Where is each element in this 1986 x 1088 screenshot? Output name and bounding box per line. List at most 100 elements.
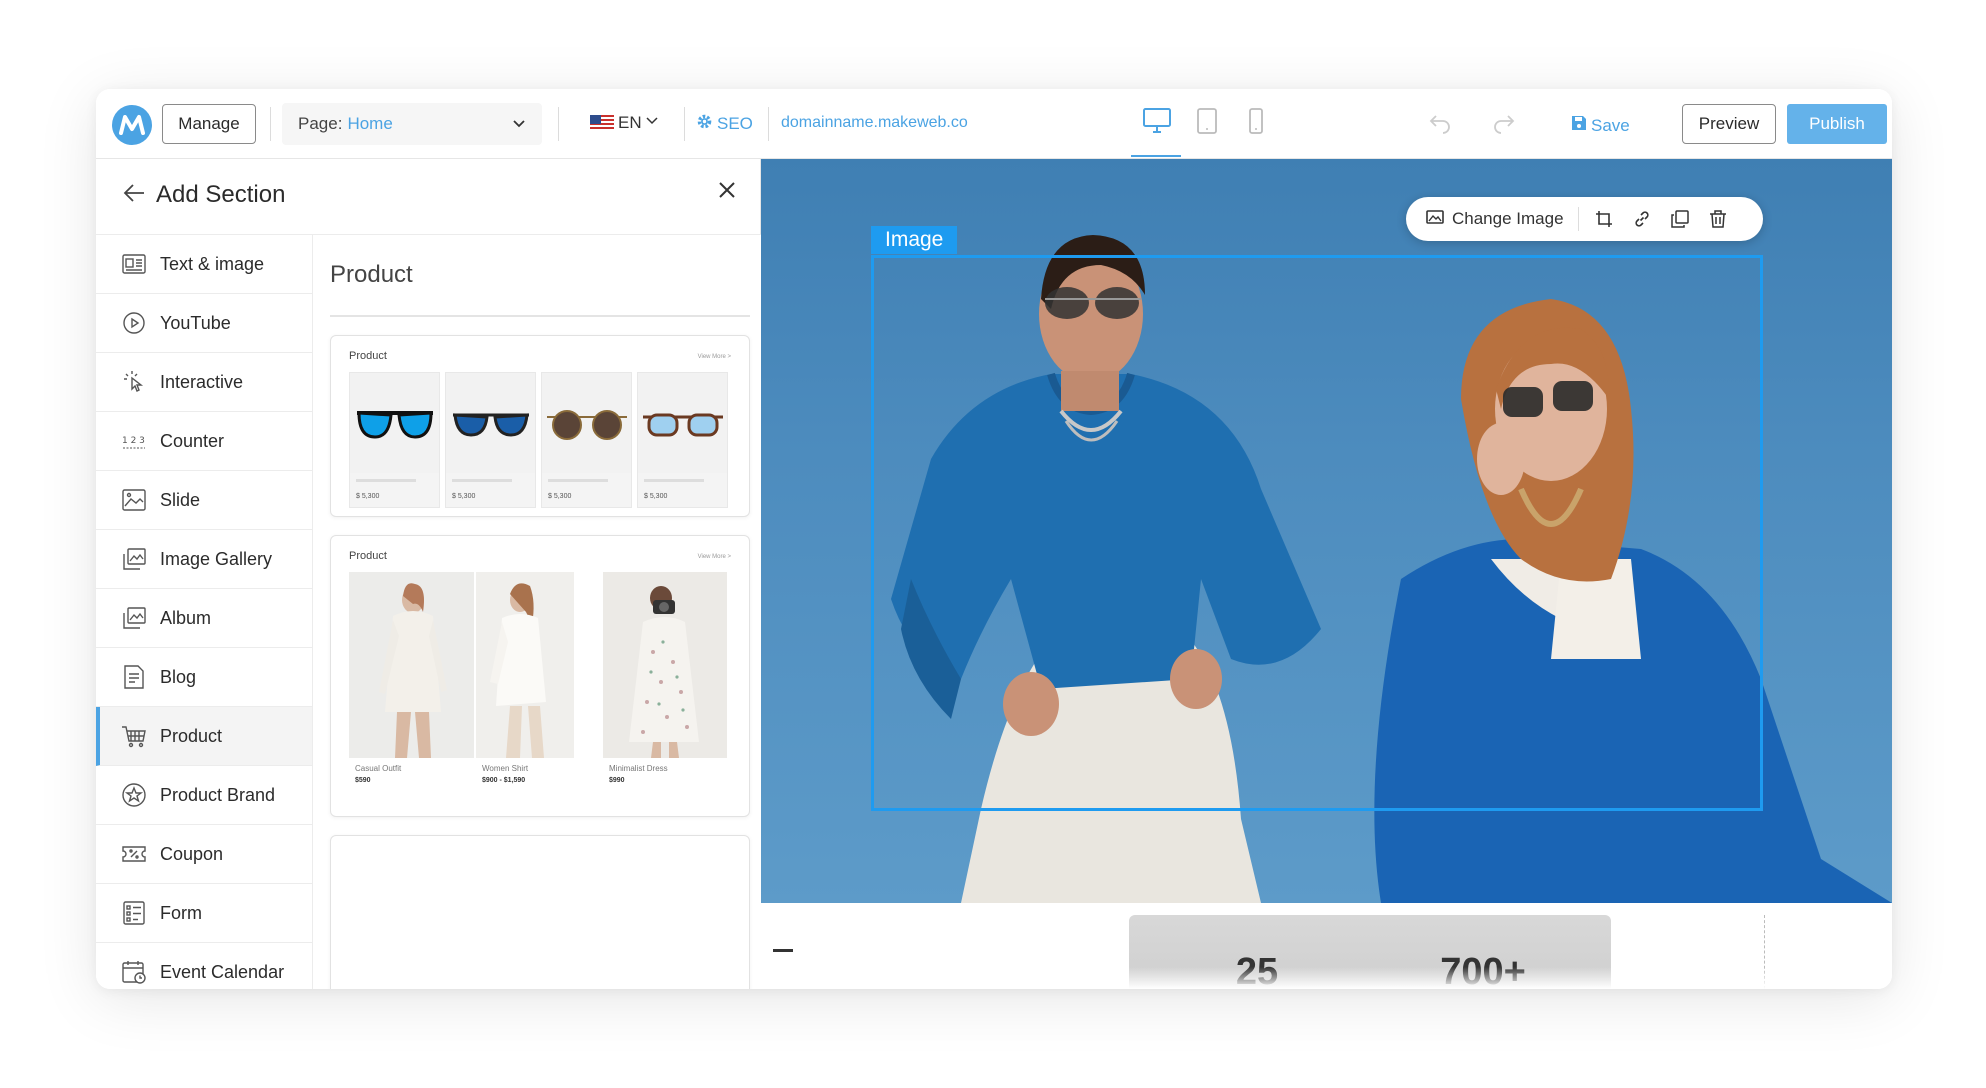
product-name: Women Shirt xyxy=(482,764,529,773)
us-flag-icon xyxy=(590,115,614,131)
product-template-card[interactable]: Product View More > $ 5,300 $ 5,300 $ 5,… xyxy=(330,335,750,517)
save-button[interactable]: Save xyxy=(1571,115,1630,136)
category-interactive[interactable]: Interactive xyxy=(96,353,312,412)
category-form[interactable]: Form xyxy=(96,884,312,943)
section-category-list: Text & image YouTube Interactive 1 2 3 C… xyxy=(96,235,313,989)
counter-icon: 1 2 3 xyxy=(120,427,148,455)
preview-button[interactable]: Preview xyxy=(1682,104,1776,144)
product-thumb: Women Shirt $900 - $1,590 xyxy=(476,572,574,796)
category-counter[interactable]: 1 2 3 Counter xyxy=(96,412,312,471)
product-thumb: $ 5,300 xyxy=(445,372,536,508)
page-select[interactable]: Page: Home xyxy=(282,103,542,145)
product-price: $ 5,300 xyxy=(356,493,380,500)
placeholder-bar xyxy=(548,479,608,482)
image-toolbar: Change Image xyxy=(1406,197,1763,241)
category-album[interactable]: Album xyxy=(96,589,312,648)
product-template-card[interactable] xyxy=(330,835,750,989)
product-name: Casual Outfit xyxy=(355,764,402,773)
undo-icon[interactable] xyxy=(1428,111,1452,140)
hero-image[interactable]: Image Change Image xyxy=(761,159,1892,903)
link-icon[interactable] xyxy=(1631,208,1653,230)
coupon-icon xyxy=(120,840,148,868)
seo-label: SEO xyxy=(717,114,753,133)
form-icon xyxy=(120,899,148,927)
panel-title: Add Section xyxy=(156,181,286,208)
category-label: YouTube xyxy=(160,312,231,333)
category-blog[interactable]: Blog xyxy=(96,648,312,707)
category-label: Event Calendar xyxy=(160,961,285,982)
category-image-gallery[interactable]: Image Gallery xyxy=(96,530,312,589)
product-price: $590 xyxy=(355,777,371,784)
domain-link[interactable]: domainname.makeweb.co xyxy=(781,114,968,132)
change-image-label: Change Image xyxy=(1452,209,1564,228)
crop-icon[interactable] xyxy=(1593,208,1615,230)
category-youtube[interactable]: YouTube xyxy=(96,294,312,353)
blog-icon xyxy=(120,663,148,691)
template-title: Product xyxy=(349,550,387,562)
image-icon xyxy=(1426,209,1444,230)
category-coupon[interactable]: Coupon xyxy=(96,825,312,884)
category-label: Blog xyxy=(160,666,197,687)
template-list: Product Product View More > $ 5,300 $ 5,… xyxy=(313,235,761,989)
category-label: Product Brand xyxy=(160,784,276,805)
manage-button[interactable]: Manage xyxy=(162,104,256,144)
image-selection-outline xyxy=(871,255,1763,811)
template-title: Product xyxy=(349,350,387,362)
category-label: Interactive xyxy=(160,371,244,392)
product-price: $ 5,300 xyxy=(644,493,668,500)
gallery-icon xyxy=(120,545,148,573)
category-label: Text & image xyxy=(160,253,265,274)
product-thumb: $ 5,300 xyxy=(349,372,440,508)
product-thumb: Casual Outfit $590 xyxy=(349,572,474,796)
back-arrow-icon[interactable] xyxy=(122,181,146,210)
women-shirt-image xyxy=(476,572,574,758)
category-slide[interactable]: Slide xyxy=(96,471,312,530)
product-price: $900 - $1,590 xyxy=(482,777,526,784)
change-image-button[interactable]: Change Image xyxy=(1426,209,1564,230)
product-price: $ 5,300 xyxy=(548,493,572,500)
publish-button[interactable]: Publish xyxy=(1787,104,1887,144)
close-icon[interactable] xyxy=(716,179,738,206)
divider xyxy=(768,107,769,141)
divider xyxy=(684,107,685,141)
redo-icon[interactable] xyxy=(1492,111,1516,140)
add-section-panel: Add Section Text & image YouTube Interac… xyxy=(96,159,761,989)
placeholder-bar xyxy=(452,479,512,482)
category-event-calendar[interactable]: Event Calendar xyxy=(96,943,312,989)
divider xyxy=(330,315,750,317)
language-select[interactable]: EN xyxy=(590,113,659,133)
category-label: Image Gallery xyxy=(160,548,273,569)
active-device-indicator xyxy=(1131,155,1181,157)
text-image-icon xyxy=(120,250,148,278)
makeweb-logo[interactable] xyxy=(112,105,152,145)
trash-icon[interactable] xyxy=(1707,208,1729,230)
slide-icon xyxy=(120,486,148,514)
divider xyxy=(558,107,559,141)
floppy-disk-icon xyxy=(1571,115,1587,136)
page-select-prefix: Page: xyxy=(298,114,343,133)
category-product-brand[interactable]: Product Brand xyxy=(96,766,312,825)
divider xyxy=(1577,207,1579,231)
duplicate-icon[interactable] xyxy=(1669,208,1691,230)
app-window: Manage Page: Home EN SEO domainname.make… xyxy=(96,89,1892,989)
gear-icon xyxy=(696,113,713,135)
sunglasses-image xyxy=(446,373,535,473)
page-canvas: Image Change Image xyxy=(761,159,1892,989)
desktop-view-icon[interactable] xyxy=(1142,107,1172,140)
mobile-view-icon[interactable] xyxy=(1248,107,1264,140)
category-text-image[interactable]: Text & image xyxy=(96,235,312,294)
category-label: Slide xyxy=(160,489,201,510)
calendar-icon xyxy=(120,958,148,986)
casual-outfit-image xyxy=(349,572,474,758)
save-label: Save xyxy=(1591,115,1630,135)
product-template-card[interactable]: Product View More > Casual Outfit $590 W… xyxy=(330,535,750,817)
cart-icon xyxy=(120,722,148,750)
seo-button[interactable]: SEO xyxy=(696,113,753,135)
product-price: $ 5,300 xyxy=(452,493,476,500)
category-product[interactable]: Product xyxy=(96,707,312,766)
tablet-view-icon[interactable] xyxy=(1196,107,1218,140)
language-label: EN xyxy=(618,113,642,132)
svg-text:1 2 3: 1 2 3 xyxy=(122,436,145,446)
sunglasses-image xyxy=(350,373,439,473)
section-title: Product xyxy=(330,261,413,288)
